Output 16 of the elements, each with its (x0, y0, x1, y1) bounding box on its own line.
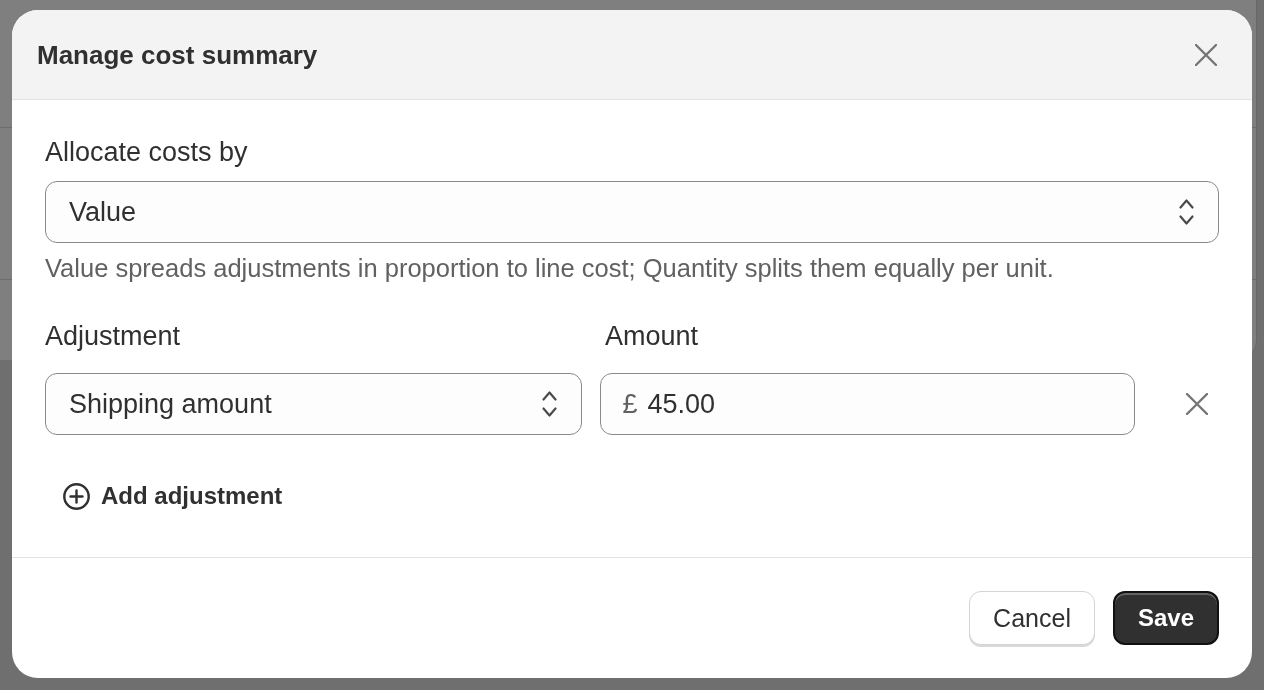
currency-symbol: £ (622, 388, 638, 420)
cancel-button[interactable]: Cancel (969, 591, 1095, 645)
adjustment-select[interactable]: Shipping amount (45, 373, 582, 435)
chevron-updown-icon (1179, 199, 1194, 225)
close-icon (1186, 393, 1209, 415)
column-label: Adjustment (45, 320, 181, 352)
plus-circle-icon (63, 482, 90, 510)
save-button[interactable]: Save (1112, 591, 1219, 645)
add-adjustment-button[interactable]: Add adjustment (53, 476, 293, 516)
help-text: Value spreads adjustments in proportion to line cost; Quantity splits them equally per unit. (45, 253, 1054, 283)
allocation-select[interactable]: Value (45, 181, 1219, 243)
field-label: Allocate costs by (45, 136, 248, 168)
close-icon (1195, 43, 1217, 66)
dialog-title: Manage cost summary (37, 38, 318, 71)
column-label: Amount (605, 320, 699, 352)
chevron-updown-icon (541, 391, 557, 417)
